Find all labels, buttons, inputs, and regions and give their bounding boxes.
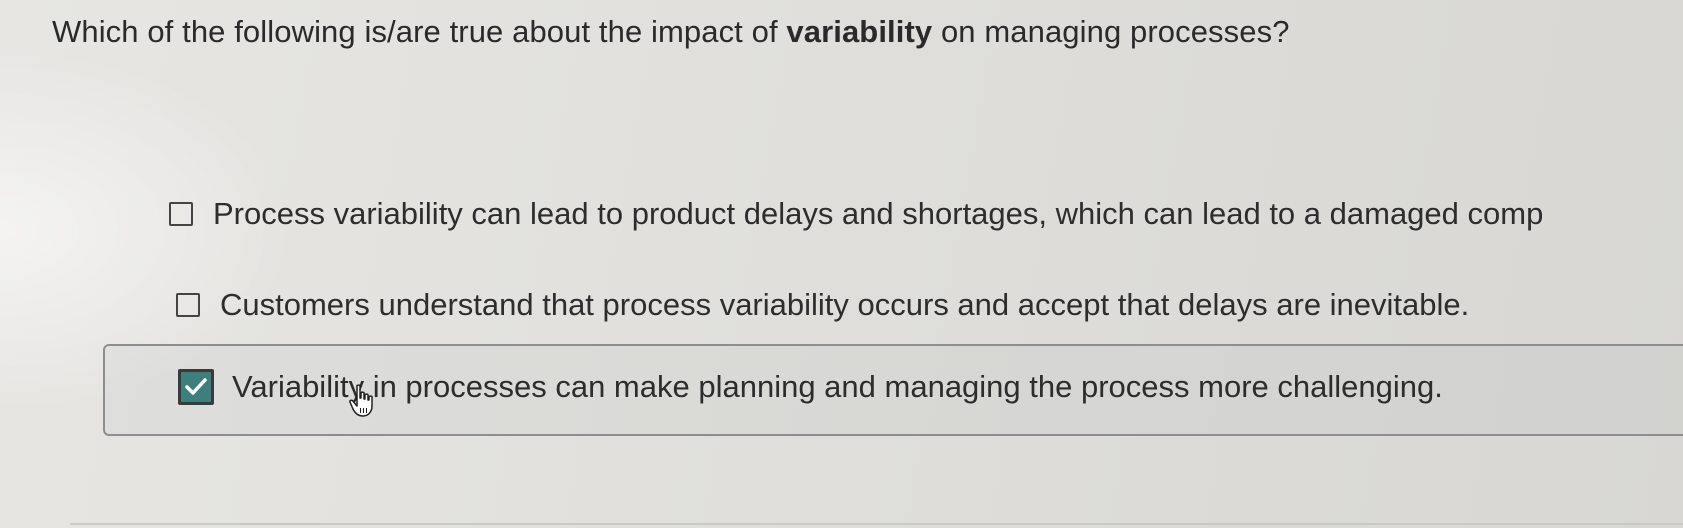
divider <box>70 523 1683 525</box>
question-emphasis: variability <box>786 14 933 49</box>
answer-option-2-label: Customers understand that process variab… <box>220 287 1470 322</box>
answer-option-1[interactable]: Process variability can lead to product … <box>169 196 1543 232</box>
checkbox-option-2[interactable] <box>176 293 200 317</box>
answer-option-1-label: Process variability can lead to product … <box>213 196 1544 231</box>
checkbox-option-1[interactable] <box>169 202 193 226</box>
answer-option-3-label: Variability in processes can make planni… <box>232 369 1443 404</box>
question-text-part-1: Which of the following is/are true about… <box>52 14 787 49</box>
question-text: Which of the following is/are true about… <box>52 14 1290 50</box>
hand-pointer-cursor-icon <box>349 384 373 417</box>
checkbox-option-3[interactable] <box>178 369 214 405</box>
question-text-part-2: on managing processes? <box>932 14 1290 49</box>
answer-option-2[interactable]: Customers understand that process variab… <box>176 287 1469 323</box>
check-icon <box>185 378 207 395</box>
